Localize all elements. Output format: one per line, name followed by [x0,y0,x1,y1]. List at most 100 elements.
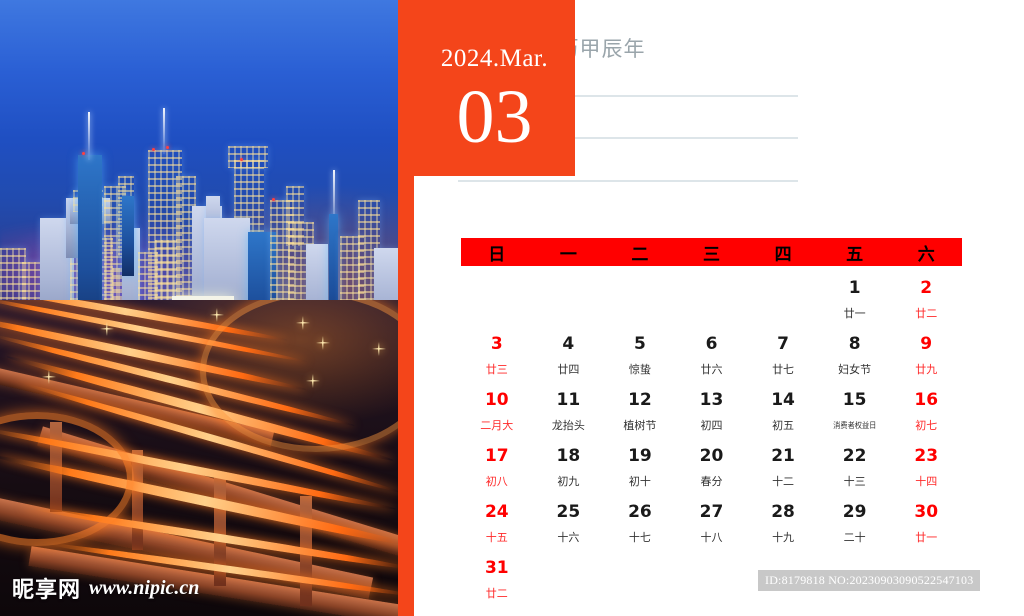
calendar-day-lunar-label: 十六 [557,531,580,544]
calendar-day-lunar-label: 十五 [485,531,508,544]
calendar-day-cell[interactable]: 15 消费者权益日 [819,384,891,440]
month-badge-number: 03 [456,75,533,159]
calendar-day-number: 29 [842,502,867,522]
calendar-cell-empty [747,272,819,328]
calendar-day-lunar-label: 廿六 [700,363,723,376]
calendar-day-cell[interactable]: 29 二十 [819,496,891,552]
aviation-light [166,146,169,149]
streetlight-star [372,342,386,356]
aviation-light [152,148,155,151]
calendar-day-number: 7 [777,334,789,354]
calendar-day-number: 19 [628,446,652,466]
calendar-day-cell[interactable]: 19 初十 [604,440,676,496]
calendar-day-number: 16 [914,390,939,410]
calendar-day-cell[interactable]: 30 廿一 [890,496,962,552]
bridge-pier [132,450,143,550]
calendar-day-cell[interactable]: 2 廿二 [890,272,962,328]
antenna-spire [163,108,165,154]
building [286,186,304,246]
calendar-day-cell[interactable]: 5 惊蛰 [604,328,676,384]
calendar-day-cell[interactable]: 27 十八 [676,496,748,552]
calendar-weekday-5: 五 [846,244,864,265]
calendar-weekday-2: 二 [631,244,649,265]
calendar-day-cell[interactable]: 28 十九 [747,496,819,552]
calendar-day-lunar-label: 廿一 [843,307,866,320]
calendar-day-cell[interactable]: 31 廿二 [461,552,533,608]
calendar-day-cell[interactable]: 6 廿六 [676,328,748,384]
calendar-day-number: 9 [920,334,933,354]
month-badge: 2024.Mar. 03 [414,0,575,176]
aviation-light [272,198,275,201]
calendar-day-lunar-label: 初四 [700,419,723,432]
streetlight-star [296,316,310,330]
calendar-day-number: 22 [842,446,867,466]
streetlight-star [42,370,56,384]
calendar-weekday-header: 日一二三四五六 [461,238,962,266]
streetlight-star [210,308,224,322]
calendar-day-lunar-label: 龙抬头 [551,419,585,432]
calendar-page: 昵享网 www.nipic.cn 2024年 农历甲辰年 2024.Mar. 0… [0,0,1024,616]
calendar-cell-empty [676,272,748,328]
calendar-day-number: 5 [634,334,646,354]
calendar-day-lunar-label: 廿七 [772,363,795,376]
calendar-weekday-1: 一 [559,244,577,265]
calendar-cell-empty [676,552,748,608]
calendar-day-lunar-label: 十九 [772,531,795,544]
calendar-day-lunar-label: 初九 [557,475,580,488]
calendar-day-number: 28 [771,502,795,522]
calendar-day-cell[interactable]: 18 初九 [533,440,605,496]
calendar-day-number: 10 [484,390,509,410]
calendar-day-lunar-label: 十四 [915,475,938,488]
calendar-day-cell[interactable]: 7 廿七 [747,328,819,384]
calendar-day-number: 1 [848,278,861,298]
calendar-day-cell[interactable]: 1 廿一 [819,272,891,328]
calendar-day-cell[interactable]: 20 春分 [676,440,748,496]
calendar-day-cell[interactable]: 12 植树节 [604,384,676,440]
calendar-day-cell[interactable]: 8 妇女节 [819,328,891,384]
calendar-day-cell[interactable]: 24 十五 [461,496,533,552]
calendar-day-number: 14 [771,390,795,410]
calendar-day-cell[interactable]: 3 廿三 [461,328,533,384]
calendar-weekday-0: 日 [488,244,506,265]
aviation-light [240,158,243,161]
calendar-day-cell[interactable]: 9 廿九 [890,328,962,384]
calendar-day-lunar-label: 妇女节 [838,363,872,376]
calendar-cell-empty [604,272,676,328]
calendar-day-cell[interactable]: 26 十七 [604,496,676,552]
aviation-light [82,152,85,155]
calendar-cell-empty [461,272,533,328]
calendar-day-cell[interactable]: 22 十三 [819,440,891,496]
calendar-day-cell[interactable]: 14 初五 [747,384,819,440]
calendar-day-cell[interactable]: 4 廿四 [533,328,605,384]
calendar-day-number: 31 [484,558,509,578]
calendar-day-lunar-label: 初十 [628,475,651,488]
highway-interchange [0,300,398,616]
calendar-day-cell[interactable]: 11 龙抬头 [533,384,605,440]
streetlight-star [100,322,114,336]
calendar-day-cell[interactable]: 21 十二 [747,440,819,496]
calendar-day-cell[interactable]: 23 十四 [890,440,962,496]
calendar-day-cell[interactable]: 16 初七 [890,384,962,440]
calendar-day-number: 15 [842,390,867,410]
calendar-day-number: 6 [705,334,718,354]
calendar-day-lunar-label: 二十 [843,531,866,544]
calendar-day-lunar-label: 廿九 [915,363,938,376]
note-rule-line-3 [458,180,798,182]
calendar-day-lunar-label: 廿二 [915,307,938,320]
calendar-day-number: 3 [490,334,503,354]
calendar-day-cell[interactable]: 17 初八 [461,440,533,496]
calendar-day-lunar-label: 植树节 [623,419,657,432]
calendar-day-number: 8 [848,334,861,354]
calendar-day-number: 4 [562,334,575,354]
accent-divider-strip [398,0,414,616]
calendar-day-lunar-label: 廿四 [557,363,580,376]
calendar-day-lunar-label: 二月大 [480,419,514,432]
calendar-day-lunar-label: 十三 [843,475,866,488]
calendar-day-number: 21 [771,446,795,466]
calendar-day-cell[interactable]: 13 初四 [676,384,748,440]
calendar-day-number: 12 [628,390,652,410]
calendar-day-number: 25 [556,502,581,522]
calendar-day-cell[interactable]: 10 二月大 [461,384,533,440]
calendar-day-cell[interactable]: 25 十六 [533,496,605,552]
calendar-day-lunar-label: 廿三 [485,363,508,376]
